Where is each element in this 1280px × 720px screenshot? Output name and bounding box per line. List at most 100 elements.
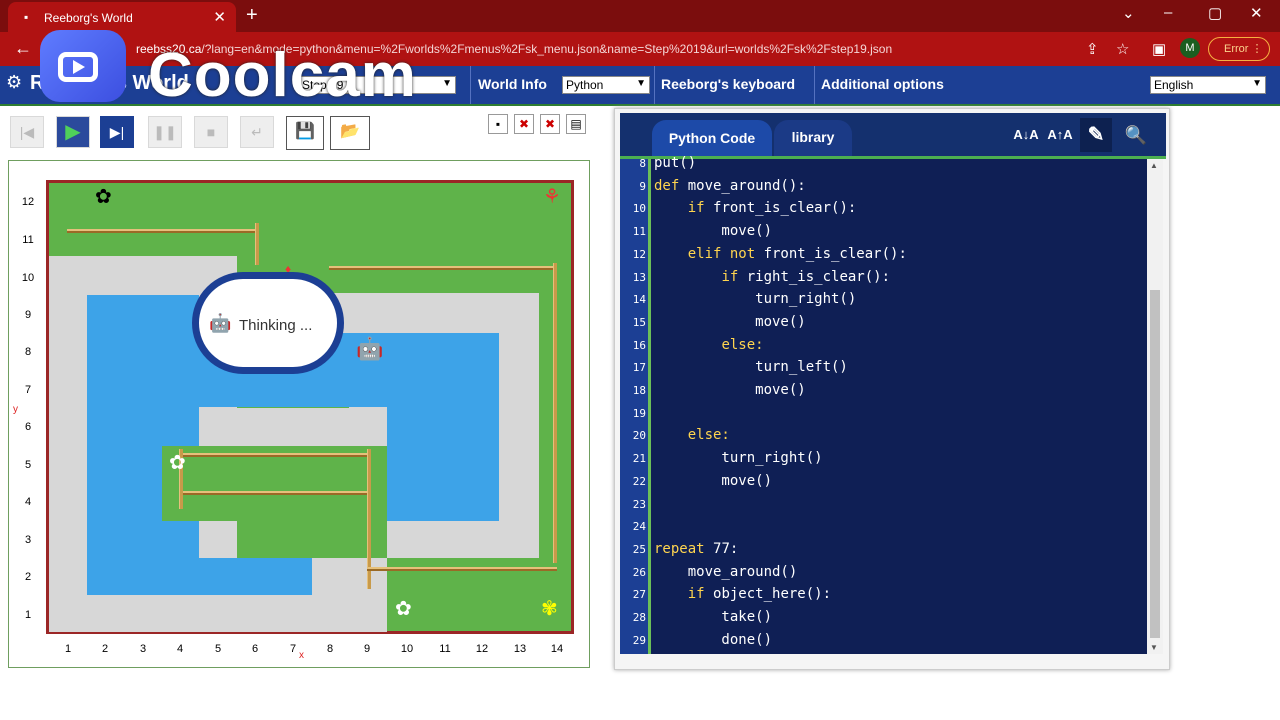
edit-world-icon[interactable]: ▤ (566, 114, 586, 134)
ui-language-select[interactable]: English ▼ (1150, 76, 1266, 94)
code-line: take() (654, 609, 773, 625)
bookmark-star-icon[interactable]: ☆ (1116, 40, 1129, 58)
decrease-font-button[interactable]: A↓A (1010, 118, 1042, 152)
y-axis-label: y (13, 404, 18, 415)
keyword: if (687, 200, 714, 217)
line-number: 9 (639, 179, 646, 193)
x-tick: 10 (400, 643, 414, 655)
world-grid: ✿ ⚘ ♦ ✿ ✿ ✾ (46, 180, 574, 634)
line-number: 24 (632, 520, 646, 534)
daisy-icon: ✿ (95, 186, 112, 208)
keyword: else: (687, 427, 730, 444)
error-button[interactable]: Error ⋮ (1208, 37, 1270, 61)
x-tick: 11 (439, 643, 451, 655)
code-line: def move_around(): (654, 177, 806, 194)
stop-button[interactable]: ■ (194, 116, 228, 148)
code-line: put() (654, 155, 697, 171)
line-number: 16 (632, 338, 646, 352)
line-number: 17 (632, 361, 646, 375)
clear-icon[interactable]: ✖ (540, 114, 560, 134)
x-tick: 5 (214, 643, 222, 655)
x-axis-label: x (299, 650, 304, 661)
line-number: 26 (632, 565, 646, 579)
close-window-button[interactable]: ✕ (1250, 4, 1263, 22)
code-line: else: (654, 337, 763, 353)
y-tick: 2 (24, 571, 32, 583)
line-number: 19 (632, 406, 646, 420)
y-tick: 6 (24, 421, 32, 433)
watermark-text: Coolcam (148, 41, 417, 110)
open-folder-icon[interactable]: 📂 (330, 116, 370, 150)
code-line: elif not front_is_clear(): (687, 245, 907, 262)
y-tick: 10 (21, 272, 35, 284)
code-line: move() (654, 313, 806, 330)
thinking-text: Thinking ... (239, 317, 313, 334)
maximize-button[interactable]: ▢ (1208, 4, 1222, 22)
code-line: move() (654, 223, 773, 240)
sidebar-icon[interactable]: ▣ (1152, 40, 1166, 58)
back-to-start-button[interactable]: |◀ (10, 116, 44, 148)
tab-search-chevron-icon[interactable]: ⌄ (1122, 4, 1135, 22)
x-tick: 6 (251, 643, 259, 655)
code-line: repeat 77: (654, 540, 739, 557)
robot-settings-icon[interactable]: ▪ (488, 114, 508, 134)
code-line: if front_is_clear(): (687, 200, 857, 217)
x-tick: 13 (513, 643, 527, 655)
close-tab-icon[interactable]: ✕ (213, 8, 226, 26)
robot-favicon-icon: ▪ (24, 10, 29, 24)
minimize-button[interactable]: – (1164, 4, 1172, 21)
line-number: 14 (632, 293, 646, 307)
magnifier-icon[interactable]: 🔍 (1120, 118, 1152, 152)
tab-library[interactable]: library (774, 120, 852, 156)
scrollbar-thumb[interactable] (1150, 290, 1160, 638)
keyword: elif not (687, 245, 764, 262)
reeborg-logo-icon: ⚙ (6, 72, 23, 92)
y-tick: 8 (24, 346, 32, 358)
code-line: move() (654, 472, 773, 489)
thinking-bubble: 🤖 Thinking ... (192, 272, 344, 374)
line-number: 22 (632, 474, 646, 488)
coolcam-logo-icon (40, 30, 126, 102)
line-number: 8 (639, 157, 646, 170)
pen-icon[interactable]: ✎ (1080, 118, 1112, 152)
fence (67, 229, 257, 233)
browser-tab[interactable]: ▪ Reeborg's World ✕ (8, 2, 236, 32)
line-number: 25 (632, 542, 646, 556)
save-icon[interactable]: 💾 (286, 116, 324, 150)
menu-divider (470, 66, 471, 104)
scroll-up-icon[interactable]: ▲ (1150, 161, 1158, 170)
code-line: turn_right() (654, 450, 823, 467)
chevron-down-icon: ▼ (1252, 78, 1262, 89)
line-number: 11 (632, 225, 646, 239)
pause-button[interactable]: ❚❚ (148, 116, 182, 148)
x-tick: 1 (64, 643, 72, 655)
line-number: 12 (632, 247, 646, 261)
browser-tab-bar: ▪ Reeborg's World ✕ + ⌄ – ▢ ✕ (0, 0, 1280, 32)
profile-avatar[interactable]: M (1180, 38, 1200, 58)
step-button[interactable]: ▶| (100, 116, 134, 148)
reload-button[interactable]: ↵ (240, 116, 274, 148)
back-arrow-icon[interactable]: ← (14, 38, 32, 59)
share-icon[interactable]: ⇪ (1086, 40, 1099, 58)
keyboard-button[interactable]: Reeborg's keyboard (661, 76, 795, 92)
line-number: 23 (632, 497, 646, 511)
y-tick: 12 (21, 196, 35, 208)
run-button[interactable]: ▶ (56, 116, 90, 148)
code-line: if object_here(): (687, 586, 832, 603)
tulip-icon: ⚘ (543, 186, 561, 208)
code-line: if right_is_clear(): (721, 268, 891, 285)
line-number: 18 (632, 384, 646, 397)
new-tab-button[interactable]: + (246, 4, 258, 27)
scroll-down-icon[interactable]: ▼ (1150, 643, 1158, 652)
line-number: 28 (632, 611, 646, 624)
language-select[interactable]: Python ▼ (562, 76, 650, 94)
delete-icon[interactable]: ✖ (514, 114, 534, 134)
world-info-button[interactable]: World Info (478, 76, 547, 92)
code-line: move() (654, 382, 806, 398)
y-tick: 4 (24, 496, 32, 508)
x-tick: 12 (475, 643, 489, 655)
tab-python-code[interactable]: Python Code (652, 120, 772, 158)
additional-options-button[interactable]: Additional options (821, 76, 944, 92)
increase-font-button[interactable]: A↑A (1044, 118, 1076, 152)
y-tick: 5 (24, 459, 32, 471)
